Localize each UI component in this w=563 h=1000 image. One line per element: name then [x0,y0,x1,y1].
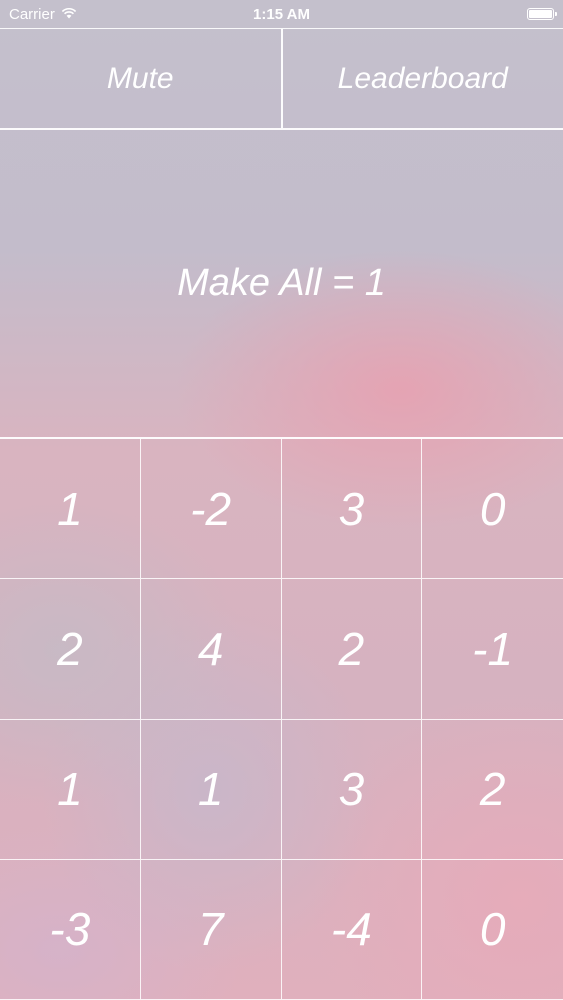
grid-cell[interactable]: -2 [140,439,282,580]
grid-cell[interactable]: 4 [140,579,282,720]
top-button-row: Mute Leaderboard [0,28,563,130]
grid-cell[interactable]: 3 [281,719,423,860]
grid-cell[interactable]: 1 [140,719,282,860]
status-time: 1:15 AM [253,6,310,23]
grid-cell[interactable]: 2 [422,720,563,860]
status-bar: Carrier 1:15 AM [0,0,563,28]
grid-cell[interactable]: 0 [422,860,563,1000]
number-grid: 1 -2 3 0 2 4 2 -1 1 1 3 2 -3 7 -4 0 [0,437,563,1000]
grid-cell[interactable]: 3 [281,439,423,580]
grid-cell[interactable]: 2 [281,579,423,720]
grid-cell[interactable]: 2 [0,579,141,720]
goal-label: Make All = 1 [177,262,386,304]
mute-button[interactable]: Mute [0,29,281,128]
grid-cell[interactable]: -4 [281,859,423,1000]
leaderboard-button[interactable]: Leaderboard [280,29,563,128]
grid-cell[interactable]: 0 [422,439,563,580]
grid-cell[interactable]: -3 [0,859,141,1000]
grid-cell[interactable]: -1 [422,579,563,720]
grid-cell[interactable]: 7 [140,859,282,1000]
battery-icon [527,8,557,20]
grid-cell[interactable]: 1 [0,719,141,860]
battery-fill [529,10,552,18]
grid-cell[interactable]: 1 [0,439,141,580]
